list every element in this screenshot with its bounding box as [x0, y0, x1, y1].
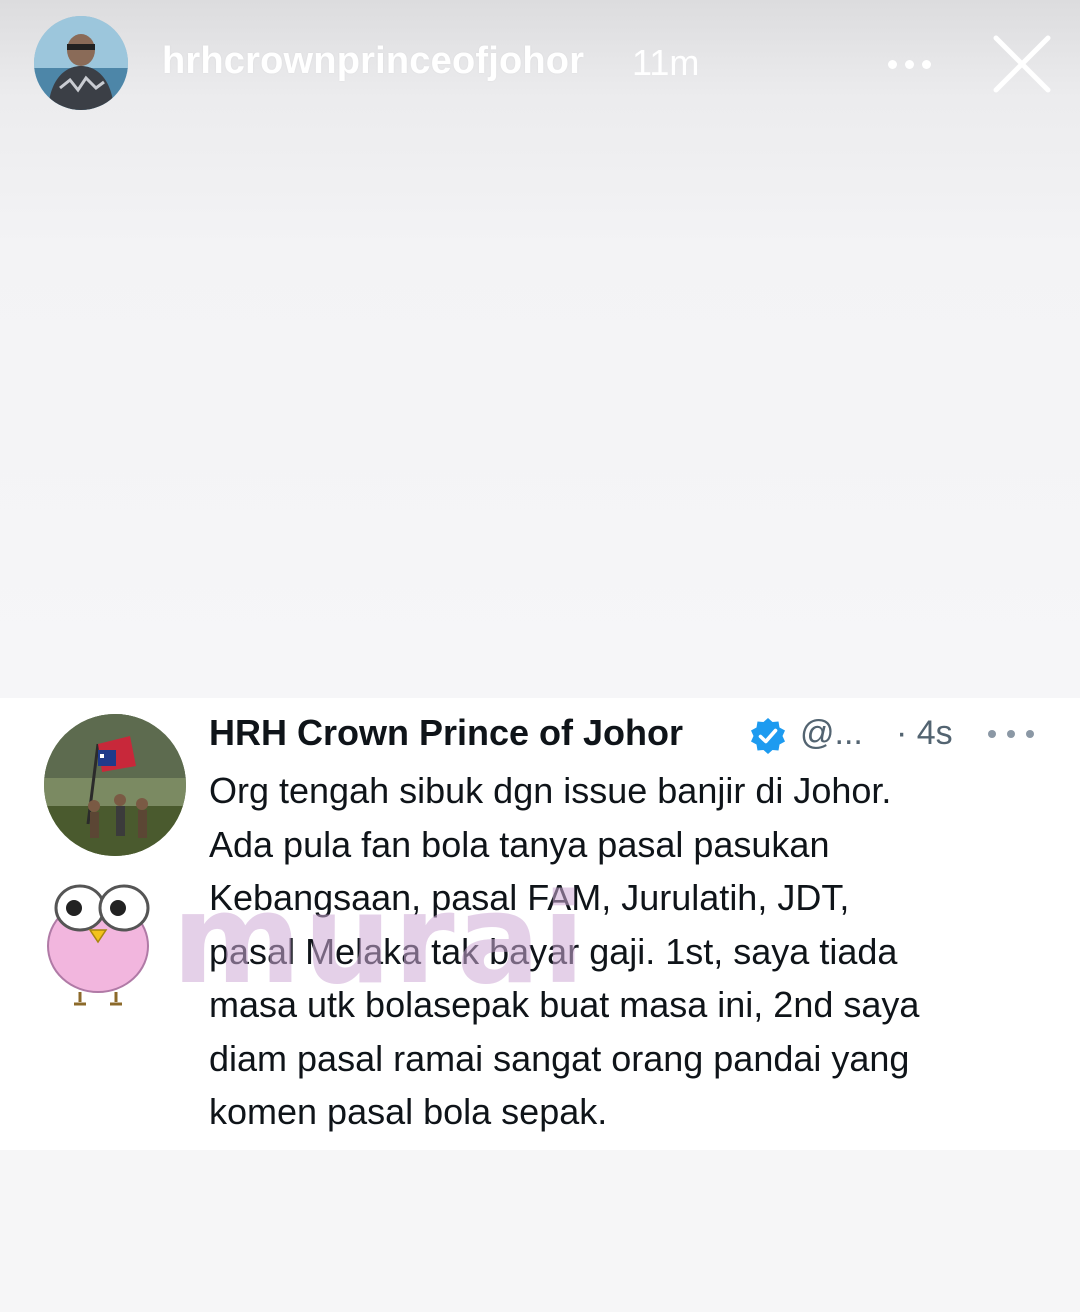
story-timestamp: 11m	[632, 42, 700, 83]
tweet-line: Org tengah sibuk dgn issue banjir di Joh…	[209, 770, 892, 811]
tweet-avatar[interactable]	[44, 714, 186, 856]
story-header: hrhcrownprinceofjohor 11m	[0, 0, 1080, 130]
tweet-line: diam pasal ramai sangat orang pandai yan…	[209, 1037, 910, 1079]
tweet-line: Kebangsaan, pasal FAM, Jurulatih, JDT,	[209, 877, 850, 918]
tweet-timestamp[interactable]: · 4s	[896, 714, 953, 753]
tweet-body: Org tengah sibuk dgn issue banjir di Joh…	[209, 764, 1049, 1139]
story-username[interactable]: hrhcrownprinceofjohor	[162, 40, 584, 83]
verified-badge-icon	[751, 718, 785, 754]
tweet-author-name[interactable]: HRH Crown Prince of Johor	[209, 712, 683, 754]
tweet-card[interactable]: HRH Crown Prince of Johor @... · 4s Org …	[0, 698, 1080, 1150]
tweet-line: komen pasal bola sepak.	[209, 1091, 608, 1132]
tweet-line: masa utk bolasepak buat masa ini, 2nd sa…	[209, 984, 920, 1025]
tweet-line: pasal Melaka tak bayar gaji. 1st, saya t…	[209, 930, 898, 972]
more-horizontal-icon[interactable]	[988, 722, 1034, 746]
story-avatar[interactable]	[34, 16, 128, 110]
tweet-handle[interactable]: @...	[800, 714, 863, 753]
more-horizontal-icon[interactable]	[878, 36, 940, 92]
tweet-line: Ada pula fan bola tanya pasal pasukan	[209, 823, 830, 865]
close-icon[interactable]	[988, 30, 1056, 98]
